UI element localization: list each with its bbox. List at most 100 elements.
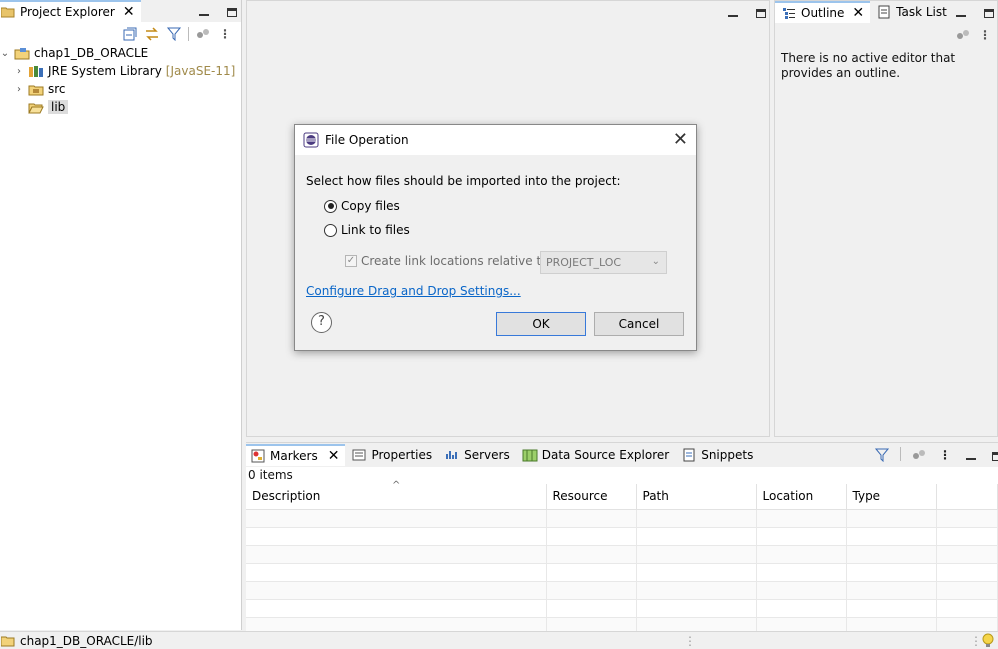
project-explorer-icon: [0, 4, 16, 20]
tab-label: Task List: [896, 5, 947, 19]
focus-icon[interactable]: [195, 26, 211, 42]
close-icon[interactable]: ✕: [673, 130, 688, 150]
data-source-icon: [522, 447, 538, 463]
tab-servers[interactable]: Servers: [438, 444, 516, 466]
close-icon[interactable]: ✕: [852, 5, 864, 21]
collapse-all-icon[interactable]: [122, 26, 138, 42]
chevron-down-icon: ⌄: [651, 256, 660, 267]
view-menu-icon[interactable]: ⋮: [937, 447, 953, 463]
outline-tabbar: Outline ✕ Task List: [775, 1, 997, 23]
tab-label: Properties: [371, 448, 433, 462]
close-icon[interactable]: ✕: [328, 448, 340, 464]
tree-item-src[interactable]: › src: [14, 80, 66, 98]
library-icon: [28, 63, 44, 79]
markers-table: Description ^ Resource Path Location Typ…: [246, 480, 998, 636]
bottom-tabbar: Markers ✕ Properties Servers Data Source…: [246, 443, 998, 467]
close-icon[interactable]: ✕: [123, 4, 135, 20]
tab-data-source-explorer[interactable]: Data Source Explorer: [516, 444, 675, 466]
dialog-prompt: Select how files should be imported into…: [306, 174, 621, 188]
tree-item-label: JRE System Library: [48, 64, 162, 78]
dialog-title: File Operation: [325, 133, 409, 147]
table-row: [246, 509, 998, 528]
maximize-icon[interactable]: [989, 447, 998, 463]
filter-icon[interactable]: [874, 447, 890, 463]
properties-icon: [351, 447, 367, 463]
dialog-titlebar[interactable]: File Operation: [295, 125, 696, 155]
tree-item-label: lib: [48, 100, 69, 114]
project-icon: [14, 45, 30, 61]
table-row: [246, 563, 998, 582]
column-header-resource[interactable]: Resource: [546, 484, 637, 510]
column-header-path[interactable]: Path: [636, 484, 757, 510]
items-count: 0 items: [248, 468, 293, 482]
view-menu-icon[interactable]: ⋮: [977, 27, 993, 43]
tab-label: Outline: [801, 6, 845, 20]
markers-panel: Markers ✕ Properties Servers Data Source…: [246, 442, 998, 636]
markers-icon: [250, 448, 266, 464]
chevron-right-icon[interactable]: ›: [14, 66, 24, 77]
tab-task-list[interactable]: Task List: [870, 1, 953, 23]
tree-item-label: chap1_DB_ORACLE: [34, 46, 149, 60]
status-divider: ⋮: [970, 633, 982, 648]
relative-to-select[interactable]: PROJECT_LOC ⌄: [540, 251, 667, 274]
tab-project-explorer[interactable]: Project Explorer ✕: [0, 0, 141, 22]
tab-snippets[interactable]: Snippets: [675, 444, 759, 466]
view-menu-icon[interactable]: ⋮: [217, 26, 233, 42]
table-row: [246, 599, 998, 618]
outline-icon: [781, 5, 797, 21]
filter-icon[interactable]: [166, 26, 182, 42]
link-with-editor-icon[interactable]: [144, 26, 160, 42]
configure-drag-drop-link[interactable]: Configure Drag and Drop Settings...: [306, 284, 521, 298]
column-header-description[interactable]: Description ^: [246, 480, 547, 510]
tree-item-label: src: [48, 82, 66, 96]
radio-indicator[interactable]: [324, 199, 337, 213]
tab-properties[interactable]: Properties: [345, 444, 438, 466]
tree-item-decoration: [JavaSE-11]: [165, 64, 236, 78]
radio-indicator[interactable]: [324, 223, 337, 237]
minimize-icon[interactable]: [196, 3, 212, 19]
maximize-icon[interactable]: [981, 4, 997, 20]
outline-panel: Outline ✕ Task List ⋮ There is no active…: [774, 0, 998, 437]
column-header-type[interactable]: Type: [846, 484, 937, 510]
chevron-down-icon[interactable]: ⌄: [0, 48, 10, 59]
minimize-icon[interactable]: [725, 4, 741, 20]
project-explorer-tabbar: Project Explorer ✕: [0, 0, 241, 22]
project-explorer-panel: Project Explorer ✕ ⋮ ⌄ chap1_DB_ORACLE ›: [0, 0, 242, 630]
file-operation-dialog: File Operation ✕ Select how files should…: [294, 124, 697, 351]
tab-label: Data Source Explorer: [541, 448, 670, 462]
tree-item-jre[interactable]: › JRE System Library [JavaSE-11]: [14, 62, 235, 80]
status-path: chap1_DB_ORACLE/lib: [20, 633, 153, 648]
lightbulb-icon[interactable]: [982, 633, 994, 649]
table-row: [246, 581, 998, 600]
table-row: [246, 527, 998, 546]
minimize-icon[interactable]: [963, 447, 979, 463]
checkbox-indicator[interactable]: ✓: [345, 255, 357, 267]
copy-files-radio[interactable]: Copy files: [324, 199, 400, 213]
tab-outline[interactable]: Outline ✕: [775, 1, 871, 23]
package-folder-icon: [28, 81, 44, 97]
create-link-checkbox[interactable]: ✓ Create link locations relative to:: [345, 254, 553, 268]
focus-icon[interactable]: [911, 447, 927, 463]
focus-icon[interactable]: [955, 27, 971, 43]
column-header-location[interactable]: Location: [756, 484, 847, 510]
sort-up-icon: ^: [392, 480, 401, 491]
help-icon[interactable]: ?: [311, 312, 332, 333]
status-divider: ⋮: [684, 633, 696, 648]
link-files-radio[interactable]: Link to files: [324, 223, 410, 237]
cancel-button[interactable]: Cancel: [594, 312, 684, 336]
tree-item-project[interactable]: ⌄ chap1_DB_ORACLE: [0, 44, 148, 62]
eclipse-icon: [303, 132, 319, 148]
snippets-icon: [681, 447, 697, 463]
ok-button[interactable]: OK: [496, 312, 586, 336]
chevron-right-icon[interactable]: ›: [14, 84, 24, 95]
tab-markers[interactable]: Markers ✕: [246, 444, 346, 466]
outline-empty-message: There is no active editor that provides …: [781, 51, 956, 80]
tab-label: Servers: [464, 448, 510, 462]
folder-icon: [0, 633, 16, 649]
minimize-icon[interactable]: [953, 4, 969, 20]
tree-item-lib[interactable]: lib: [14, 98, 69, 116]
maximize-icon[interactable]: [753, 4, 769, 20]
maximize-icon[interactable]: [224, 3, 240, 19]
folder-open-icon: [28, 99, 44, 115]
tab-label: Markers: [270, 449, 318, 463]
